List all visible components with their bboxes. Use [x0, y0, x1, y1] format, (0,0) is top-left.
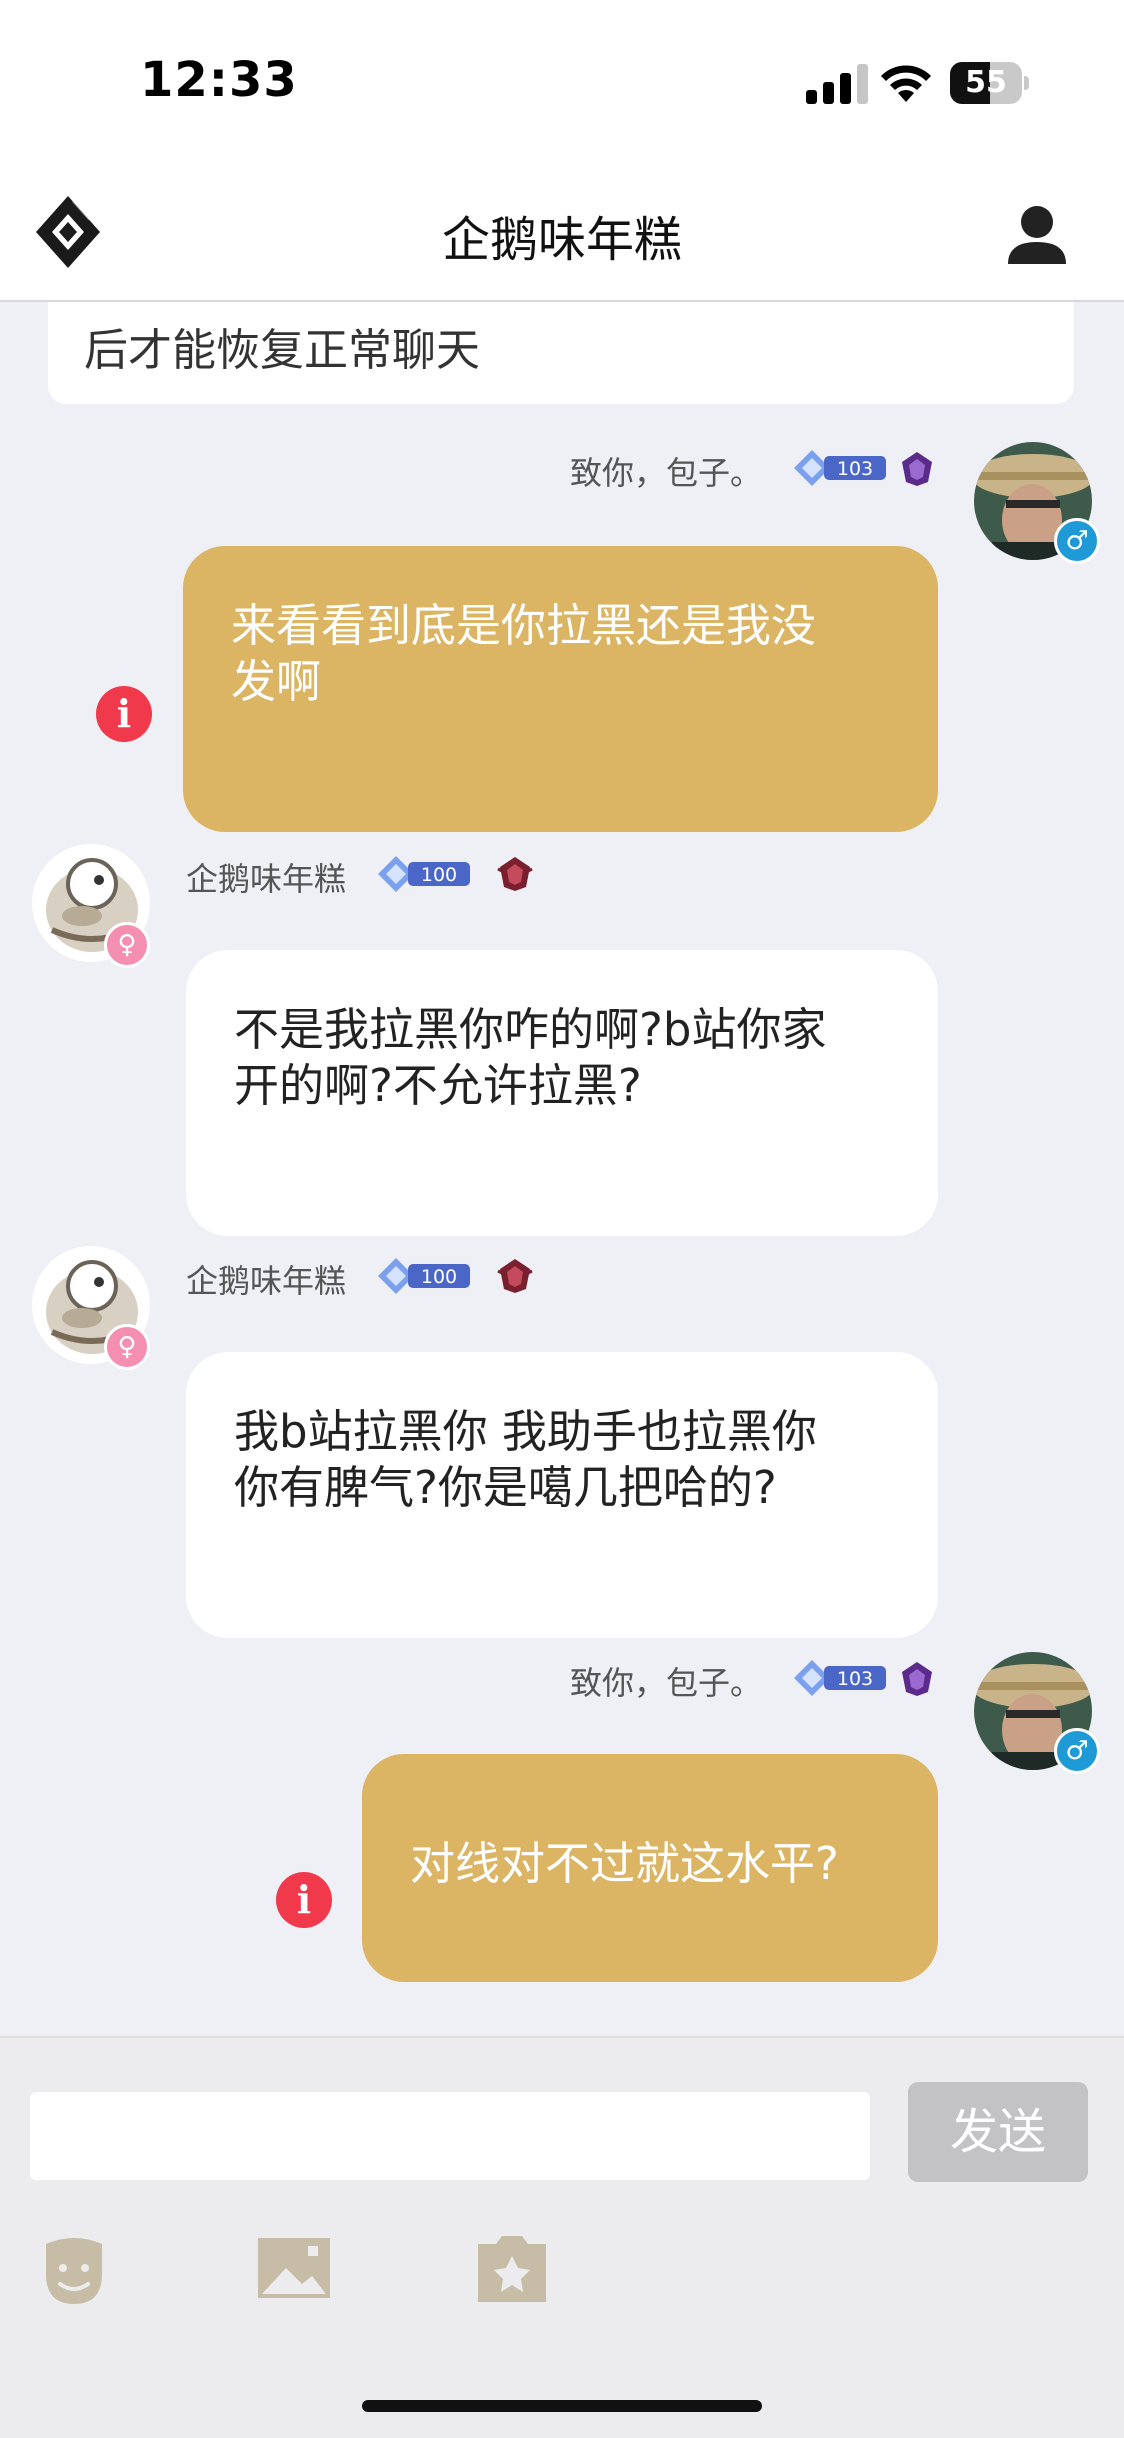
level-badge-icon: 100	[378, 1258, 470, 1294]
level-number: 103	[837, 1668, 873, 1690]
system-notice-text: 后才能恢复正常聊天	[84, 325, 480, 376]
system-notice: 后才能恢复正常聊天	[48, 302, 1074, 404]
female-gender-icon: ♀	[104, 1324, 150, 1370]
message-line: 来看看到底是你拉黑还是我没	[231, 599, 817, 652]
send-button[interactable]: 发送	[908, 2082, 1088, 2182]
battery-icon: 55	[950, 62, 1030, 104]
message-line: 不是我拉黑你咋的啊?b站你家	[234, 1003, 827, 1056]
female-gender-icon: ♀	[104, 922, 150, 968]
avatar[interactable]: ♀	[32, 844, 150, 968]
cellular-signal-icon	[806, 62, 870, 104]
message-bubble[interactable]: 不是我拉黑你咋的啊?b站你家 开的啊?不允许拉黑?	[186, 950, 938, 1236]
male-gender-icon: ♂	[1054, 518, 1100, 564]
message-line: 开的啊?不允许拉黑?	[234, 1059, 642, 1112]
emoji-face-icon[interactable]	[36, 2230, 112, 2306]
avatar[interactable]: ♂	[974, 1652, 1100, 1774]
level-badge-icon: 103	[794, 450, 886, 486]
input-area: 发送	[0, 2036, 1124, 2438]
sender-name: 致你，包子。	[570, 454, 763, 492]
message-bubble[interactable]: 来看看到底是你拉黑还是我没 发啊	[183, 546, 938, 832]
photo-album-icon[interactable]	[474, 2230, 550, 2306]
chat-list[interactable]: 后才能恢复正常聊天 致你，包子。 103 ♂ i 来看看到底是你拉黑还是我没 发…	[0, 302, 1124, 2036]
sender-name: 企鹅味年糕	[186, 1262, 347, 1300]
level-badge-icon: 103	[794, 1660, 886, 1696]
avatar[interactable]: ♀	[32, 1246, 150, 1370]
male-gender-icon: ♂	[1054, 1728, 1100, 1774]
send-failed-icon[interactable]: i	[276, 1872, 332, 1928]
rank-emblem-icon	[902, 1662, 932, 1696]
sender-name: 致你，包子。	[570, 1664, 763, 1702]
rank-emblem-icon	[902, 452, 932, 486]
battery-percent: 55	[965, 65, 1007, 100]
rank-emblem-icon	[497, 1259, 533, 1293]
rank-emblem-icon	[497, 857, 533, 891]
level-number: 103	[837, 458, 873, 480]
message-line: 对线对不过就这水平?	[410, 1837, 839, 1890]
sender-name: 企鹅味年糕	[186, 860, 347, 898]
nav-bar: 企鹅味年糕	[0, 160, 1124, 302]
send-failed-icon[interactable]: i	[96, 686, 152, 742]
avatar[interactable]: ♂	[974, 442, 1100, 564]
user-profile-icon[interactable]	[1004, 202, 1070, 268]
home-indicator[interactable]	[362, 2400, 762, 2412]
message-line: 我b站拉黑你 我助手也拉黑你	[234, 1405, 817, 1458]
level-badge-icon: 100	[378, 856, 470, 892]
level-number: 100	[421, 1266, 457, 1288]
message-input[interactable]	[30, 2092, 870, 2180]
wifi-icon	[881, 65, 931, 102]
page-title: 企鹅味年糕	[441, 212, 682, 268]
level-number: 100	[421, 864, 457, 886]
message-bubble[interactable]: 对线对不过就这水平?	[362, 1754, 938, 1982]
status-bar: 12:33 55	[0, 0, 1124, 160]
status-time: 12:33	[140, 52, 298, 108]
message-bubble[interactable]: 我b站拉黑你 我助手也拉黑你 你有脾气?你是噶几把哈的?	[186, 1352, 938, 1638]
message-line: 你有脾气?你是噶几把哈的?	[234, 1461, 777, 1514]
message-line: 发啊	[231, 655, 322, 708]
app-logo-icon[interactable]	[32, 192, 104, 272]
image-icon[interactable]	[256, 2230, 332, 2306]
